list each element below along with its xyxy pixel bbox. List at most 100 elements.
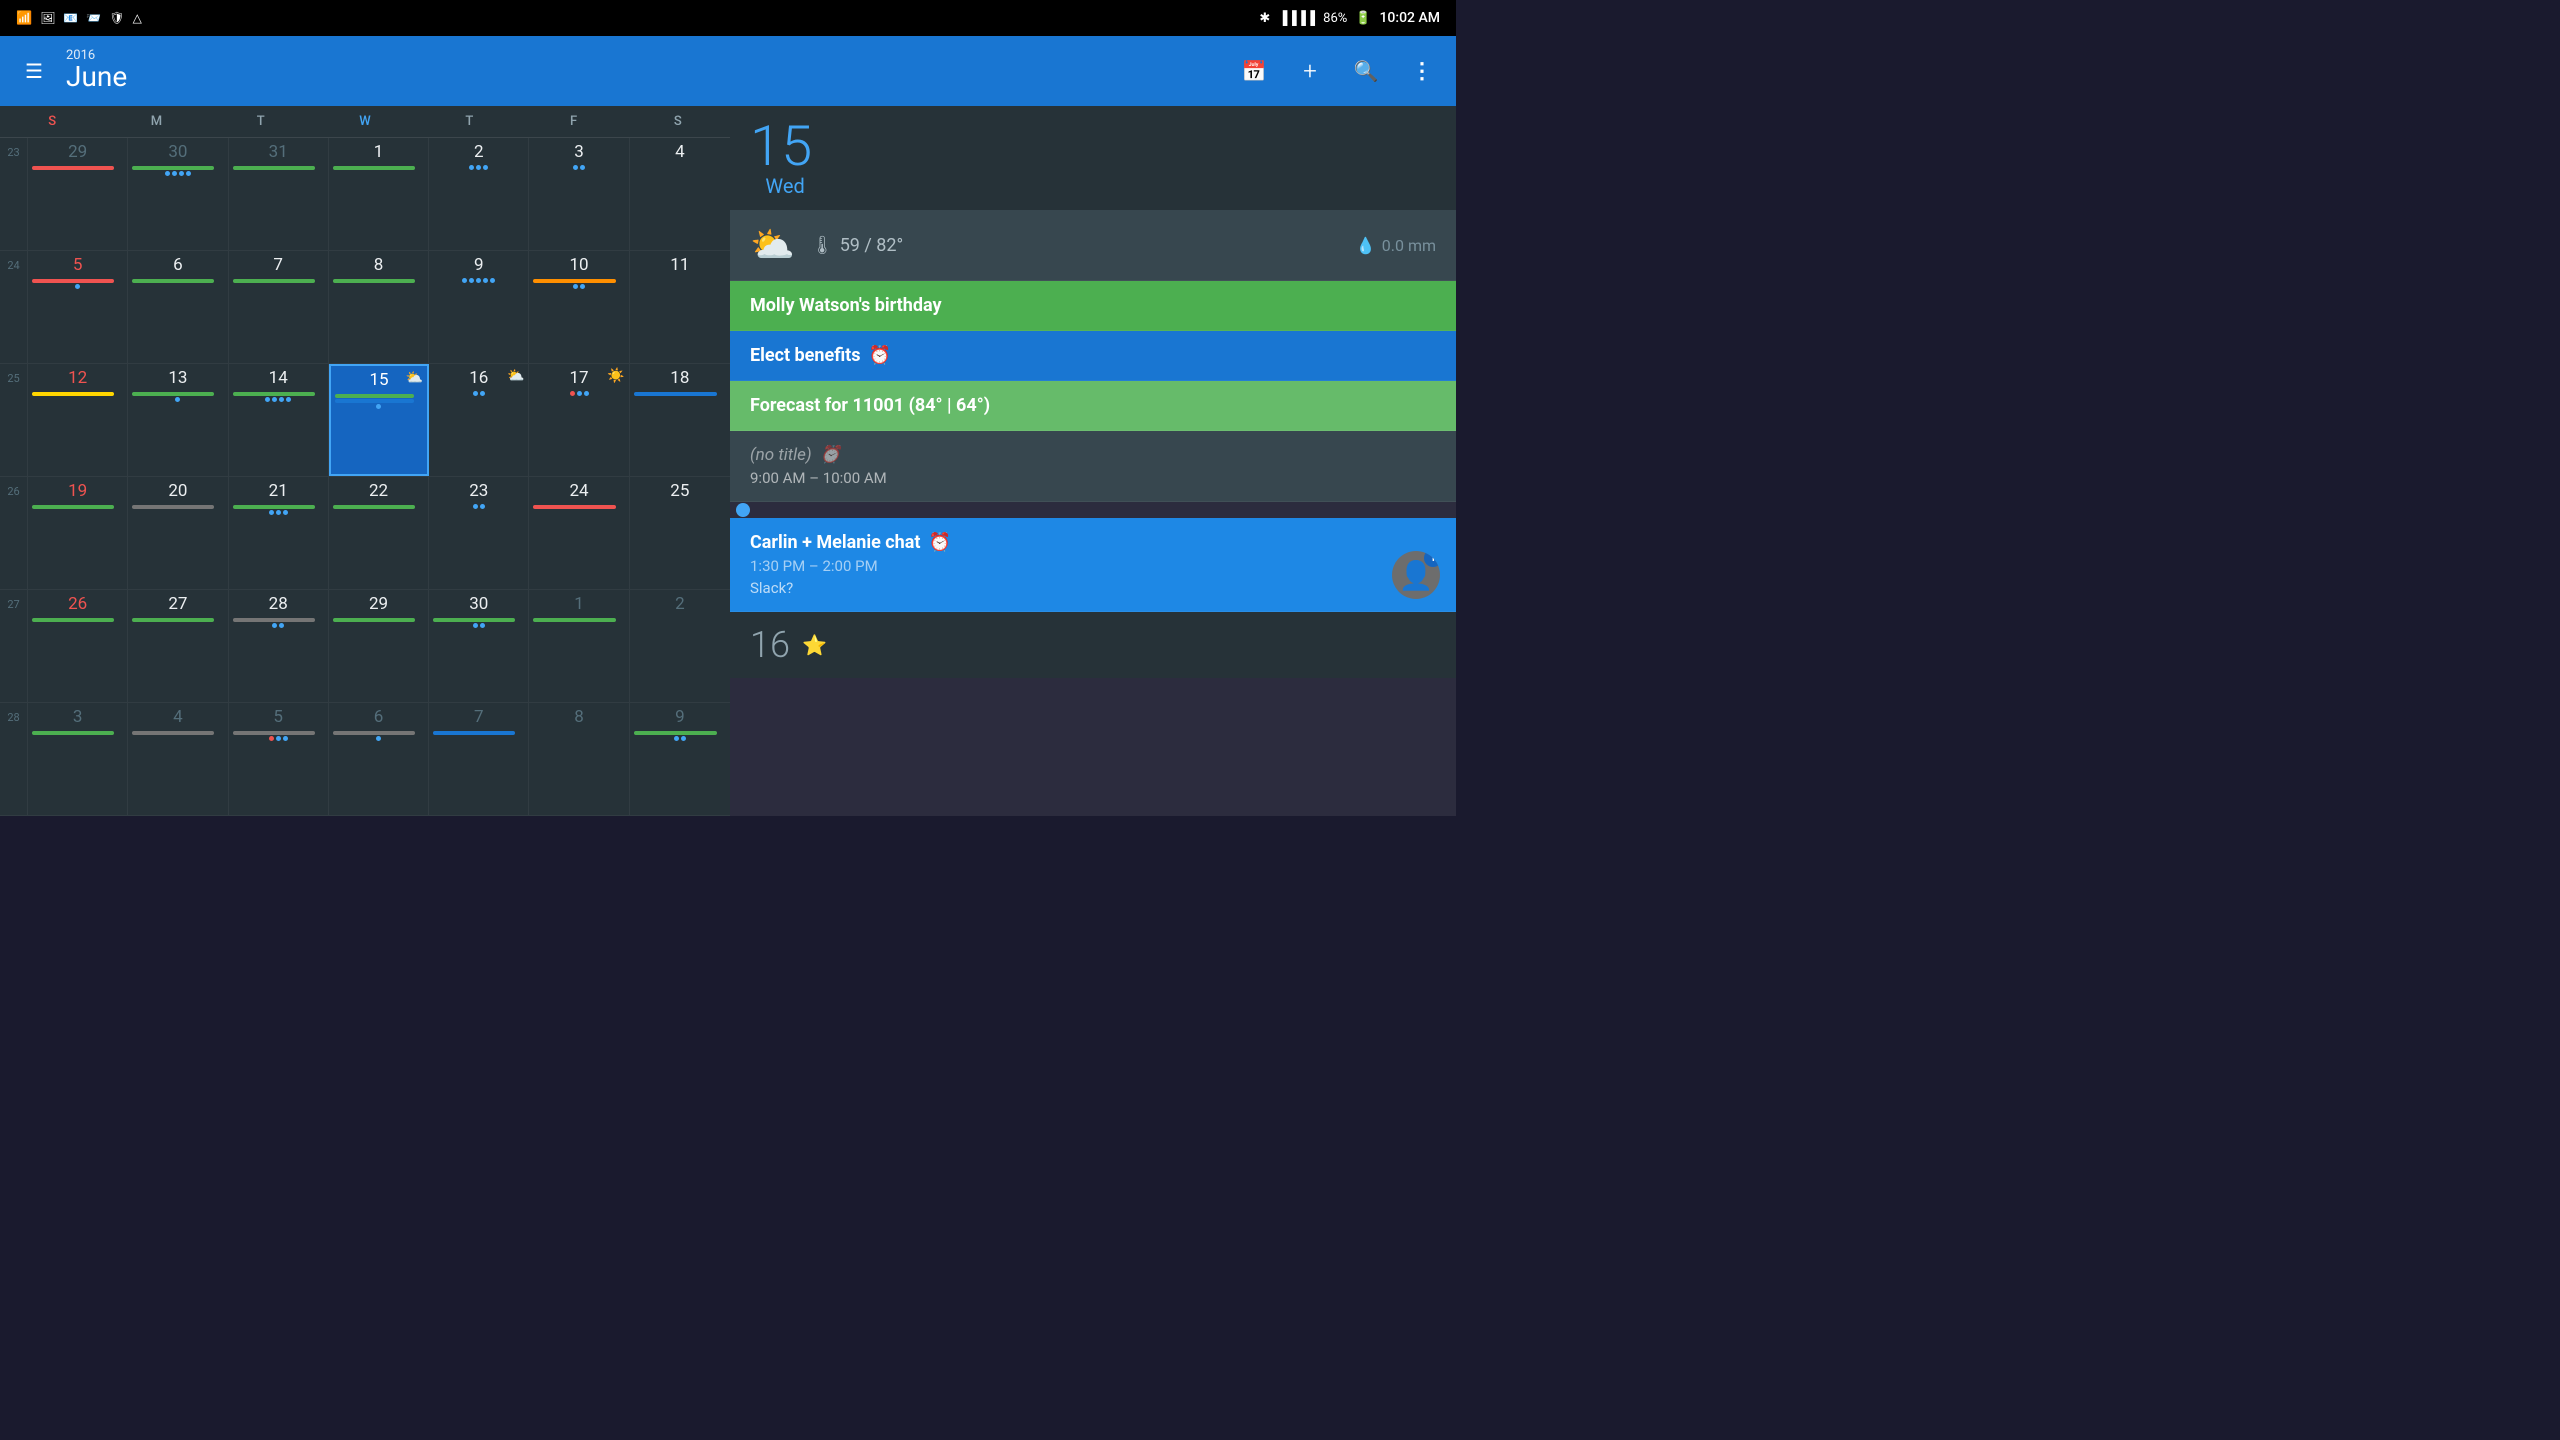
day-cell[interactable]: 26 [28,590,128,702]
elect-benefits-event-card[interactable]: Elect benefits ⏰ [730,331,1456,381]
calendar-week: 27262728293012 [0,590,730,703]
event-bar [132,392,214,396]
no-title-label: (no title) ⏰ [750,445,1436,465]
day-cell[interactable]: 16⛅ [429,364,529,476]
day-cell[interactable]: 15⛅ [329,364,429,476]
event-dot [480,623,485,628]
event-dot [476,165,481,170]
day-cell[interactable]: 12 [28,364,128,476]
day-cell[interactable]: 27 [128,590,228,702]
day-cell[interactable]: 20 [128,477,228,589]
no-title-event-card[interactable]: (no title) ⏰ 9:00 AM – 10:00 AM [730,431,1456,502]
event-bars [233,166,324,170]
day-cell[interactable]: 1 [529,590,629,702]
day-cell[interactable]: 2 [630,590,730,702]
app-header: ☰ 2016 June 📅 + 🔍 ⋮ [0,36,1456,106]
event-bar [333,618,415,622]
day-cell[interactable]: 2 [429,138,529,250]
day-cell[interactable]: 21 [229,477,329,589]
day-cell[interactable]: 6 [329,703,429,815]
event-bar [32,279,114,283]
event-bars [32,279,123,283]
event-dot [473,391,478,396]
day-cell[interactable]: 6 [128,251,228,363]
day-cell[interactable]: 11 [630,251,730,363]
calendar-view-button[interactable]: 📅 [1236,53,1272,89]
event-bar [132,166,214,170]
day-cell[interactable]: 31 [229,138,329,250]
no-title-time: 9:00 AM – 10:00 AM [750,469,1436,487]
event-bars [32,731,123,735]
day-cell[interactable]: 13 [128,364,228,476]
day-cell[interactable]: 9 [429,251,529,363]
event-bars [32,505,123,509]
day-cell[interactable]: 14 [229,364,329,476]
dow-wednesday: W [313,106,417,137]
day-cell[interactable]: 23 [429,477,529,589]
day-cell[interactable]: 4 [630,138,730,250]
day-cell[interactable]: 7 [229,251,329,363]
day-cell[interactable]: 7 [429,703,529,815]
clock-icon-1: ⏰ [869,345,891,366]
main-container: S M T W T F S 23293031123424567891011251… [0,106,1456,816]
day-cell[interactable]: 9 [630,703,730,815]
event-bars [433,731,524,735]
event-bar [634,392,717,396]
day-cell[interactable]: 22 [329,477,429,589]
event-dot [469,278,474,283]
event-dot [279,397,284,402]
birthday-event-card[interactable]: Molly Watson's birthday [730,281,1456,331]
event-bar [32,505,114,509]
day-cell[interactable]: 25 [630,477,730,589]
event-dots [269,736,288,741]
event-bars [132,618,223,622]
event-dot [279,623,284,628]
event-bars [32,618,123,622]
day-cell[interactable]: 19 [28,477,128,589]
event-bars [233,505,324,509]
battery-percent: 86% [1323,11,1347,26]
event-bars [333,618,424,622]
event-dot [573,165,578,170]
day-cell[interactable]: 3 [529,138,629,250]
event-bars [335,394,423,403]
day-cell[interactable]: 1 [329,138,429,250]
day-cell[interactable]: 30 [128,138,228,250]
event-dot [272,397,277,402]
event-bars [433,618,524,622]
day-cell[interactable]: 4 [128,703,228,815]
dow-tuesday: T [209,106,313,137]
more-options-button[interactable]: ⋮ [1404,53,1440,89]
event-bars [233,731,324,735]
day-cell[interactable]: 8 [529,703,629,815]
search-button[interactable]: 🔍 [1348,53,1384,89]
event-dot [165,171,170,176]
day-cell[interactable]: 30 [429,590,529,702]
carlin-melanie-event-card[interactable]: Carlin + Melanie chat ⏰ 1:30 PM – 2:00 P… [730,518,1456,612]
day-cell[interactable]: 5 [28,251,128,363]
blue-dot [736,503,750,517]
menu-button[interactable]: ☰ [16,53,52,89]
day-cell[interactable]: 10 [529,251,629,363]
day-cell[interactable]: 8 [329,251,429,363]
event-dot [490,278,495,283]
event-bars [233,618,324,622]
blue-dot-separator [730,502,1456,518]
forecast-event-card[interactable]: Forecast for 11001 (84° | 64°) [730,381,1456,431]
day-cell[interactable]: 29 [28,138,128,250]
day-cell[interactable]: 29 [329,590,429,702]
event-bar [333,505,415,509]
event-bar [333,731,415,735]
day-cell[interactable]: 18 [630,364,730,476]
day-cell[interactable]: 17☀️ [529,364,629,476]
event-bars [32,392,123,396]
day-cell[interactable]: 5 [229,703,329,815]
event-bar [32,392,114,396]
add-event-button[interactable]: + [1292,53,1328,89]
battery-icon: 🔋 [1355,11,1371,26]
day-cell[interactable]: 24 [529,477,629,589]
event-dot [286,397,291,402]
day-cell[interactable]: 3 [28,703,128,815]
day-cell[interactable]: 28 [229,590,329,702]
shield-icon: 🛡 [109,11,124,25]
